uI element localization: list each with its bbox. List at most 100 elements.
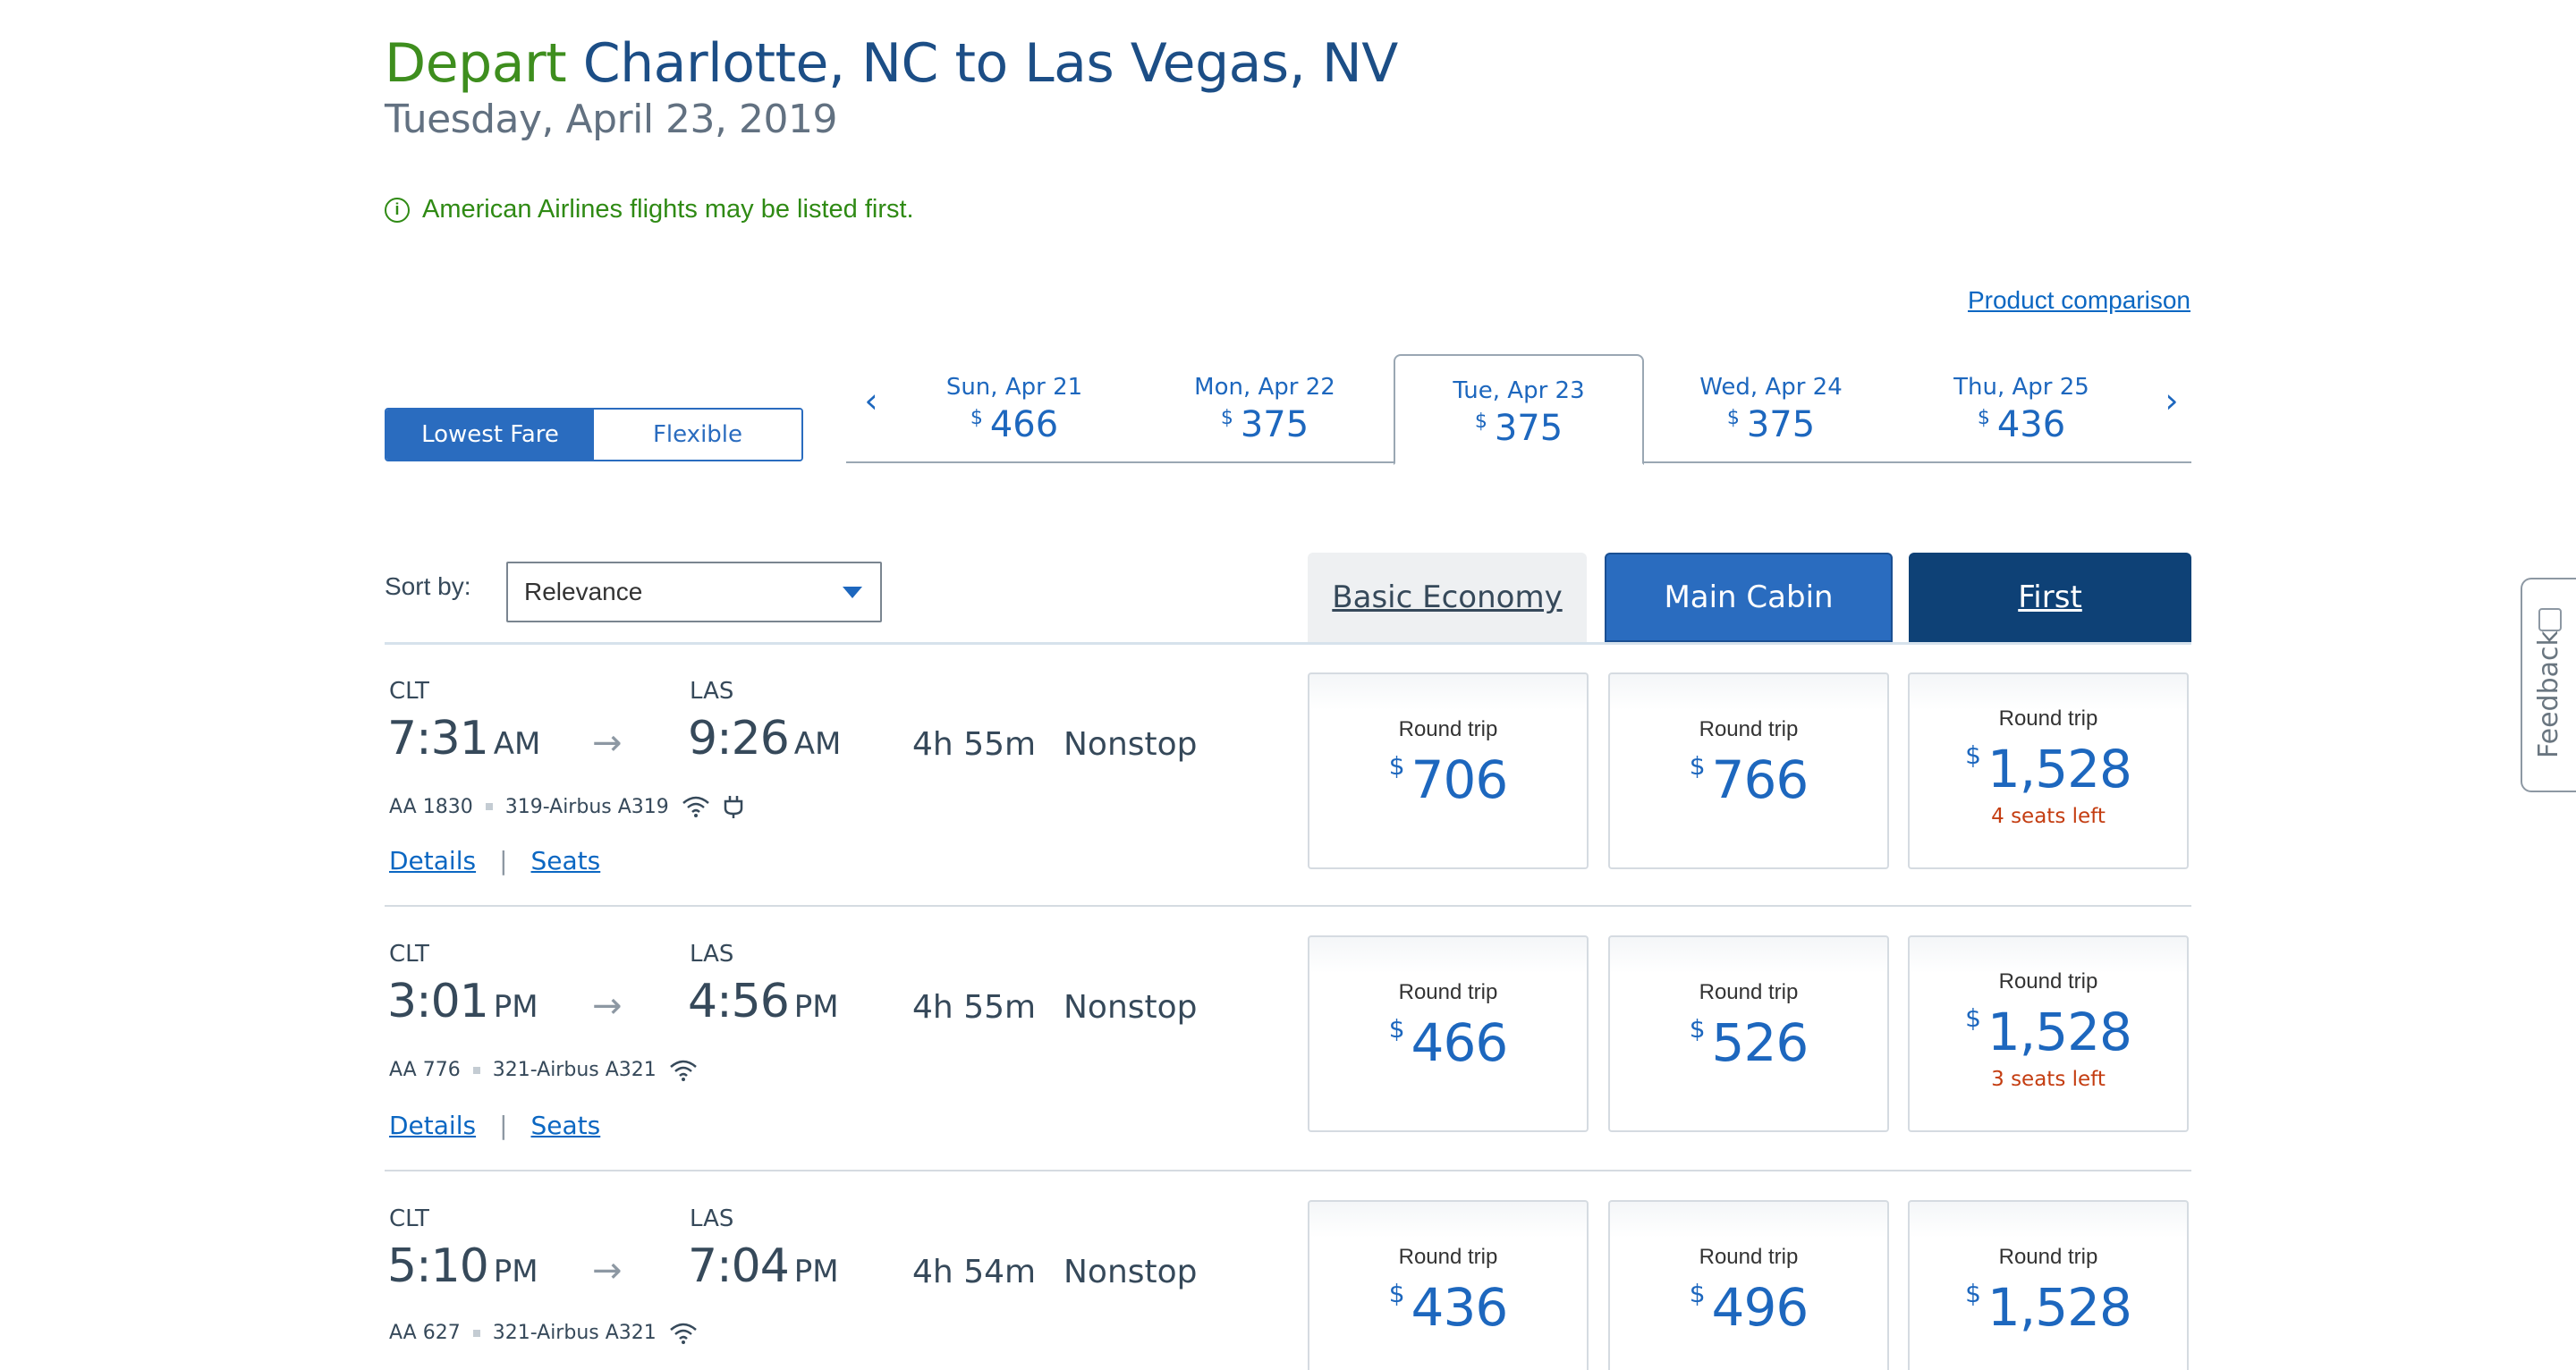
price-amount: 526 — [1711, 1012, 1809, 1073]
price-main-cabin[interactable]: Round trip $766 — [1608, 672, 1889, 869]
stops: Nonstop — [1063, 1254, 1198, 1290]
currency-symbol: $ — [1388, 751, 1405, 781]
date-option-selected[interactable]: Tue, Apr 23 $375 — [1394, 354, 1644, 465]
seats-link[interactable]: Seats — [531, 846, 601, 875]
tab-basic-economy[interactable]: Basic Economy — [1308, 553, 1587, 642]
currency-symbol: $ — [1388, 1014, 1405, 1044]
dest-code: LAS — [690, 1205, 734, 1232]
aircraft: 321-Airbus A321 — [492, 1059, 657, 1081]
stops: Nonstop — [1063, 726, 1198, 763]
currency-symbol: $ — [1474, 410, 1487, 433]
date-price: 375 — [1494, 408, 1563, 449]
price-amount: 1,528 — [1987, 1002, 2132, 1062]
separator-dot — [472, 1066, 480, 1074]
date-label: Thu, Apr 25 — [1953, 374, 2089, 401]
date-option[interactable]: Wed, Apr 24 $375 — [1646, 374, 1896, 445]
currency-symbol: $ — [1689, 751, 1706, 781]
price-first[interactable]: Round trip $1,528 — [1908, 1200, 2189, 1370]
duration: 4h 55m — [912, 726, 1037, 763]
currency-symbol: $ — [1689, 1279, 1706, 1308]
price-main-cabin[interactable]: Round trip $496 — [1608, 1200, 1889, 1370]
date-price: 436 — [1996, 404, 2066, 445]
tab-main-cabin[interactable]: Main Cabin — [1605, 553, 1893, 642]
seats-link[interactable]: Seats — [531, 1111, 601, 1140]
price-amount: 706 — [1411, 749, 1509, 810]
price-first[interactable]: Round trip $1,528 3 seats left — [1908, 935, 2189, 1132]
currency-symbol: $ — [1726, 407, 1740, 429]
price-basic-economy[interactable]: Round trip $706 — [1308, 672, 1589, 869]
flexible-fare-button[interactable]: Flexible — [594, 410, 801, 460]
currency-symbol: $ — [1977, 407, 1990, 429]
stops: Nonstop — [1063, 989, 1198, 1026]
trip-type: Round trip — [1398, 717, 1498, 741]
date-option[interactable]: Thu, Apr 25 $436 — [1896, 374, 2147, 445]
duration: 4h 54m — [912, 1254, 1037, 1290]
duration: 4h 55m — [912, 989, 1037, 1026]
page-title: Depart Charlotte, NC to Las Vegas, NV — [385, 32, 1398, 95]
wifi-icon — [669, 1060, 697, 1081]
wifi-icon — [669, 1323, 697, 1344]
price-first[interactable]: Round trip $1,528 4 seats left — [1908, 672, 2189, 869]
origin-code: CLT — [389, 678, 429, 705]
arrive-time: 9:26 AM — [688, 712, 842, 765]
link-separator: | — [499, 1111, 508, 1140]
flight-meta: AA 776 321-Airbus A321 — [389, 1059, 698, 1081]
sort-select[interactable]: Relevance — [506, 562, 882, 622]
separator-dot — [485, 803, 493, 810]
route-label: Charlotte, NC to Las Vegas, NV — [582, 32, 1399, 95]
details-link[interactable]: Details — [389, 1111, 476, 1140]
depart-label: Depart — [385, 32, 567, 95]
price-amount: 1,528 — [1987, 739, 2132, 799]
flight-number: AA 1830 — [389, 795, 473, 818]
price-amount: 466 — [1411, 1012, 1509, 1073]
flight-links: Details | Seats — [389, 846, 600, 875]
date-label: Wed, Apr 24 — [1699, 374, 1843, 401]
feedback-label: Feedback — [2533, 630, 2564, 758]
trip-type: Round trip — [1998, 706, 2098, 731]
price-amount: 766 — [1711, 749, 1809, 810]
depart-time: 7:31 AM — [387, 712, 541, 765]
divider — [385, 642, 2191, 645]
link-separator: | — [499, 846, 508, 875]
lowest-fare-button[interactable]: Lowest Fare — [386, 410, 594, 460]
notice-text: American Airlines flights may be listed … — [422, 195, 914, 224]
external-link-icon — [2538, 608, 2562, 631]
currency-symbol: $ — [1220, 407, 1233, 429]
fare-type-toggle: Lowest Fare Flexible — [385, 408, 803, 461]
chevron-left-icon[interactable]: ‹ — [853, 381, 889, 420]
power-outlet-icon — [724, 796, 743, 818]
price-main-cabin[interactable]: Round trip $526 — [1608, 935, 1889, 1132]
date-selector: ‹ Sun, Apr 21 $466 Mon, Apr 22 $375 Tue,… — [846, 354, 2191, 465]
flight-meta: AA 627 321-Airbus A321 — [389, 1322, 698, 1344]
trip-type: Round trip — [1998, 969, 2098, 994]
date-option[interactable]: Mon, Apr 22 $375 — [1140, 374, 1390, 445]
date-label: Tue, Apr 23 — [1453, 377, 1585, 404]
chevron-right-icon[interactable]: › — [2154, 381, 2190, 420]
arrow-right-icon: → — [592, 1250, 623, 1291]
currency-symbol: $ — [1965, 740, 1981, 770]
listing-notice: i American Airlines flights may be liste… — [385, 195, 914, 224]
sort-value: Relevance — [524, 578, 643, 605]
details-link[interactable]: Details — [389, 846, 476, 875]
currency-symbol: $ — [1689, 1014, 1706, 1044]
tab-first[interactable]: First — [1909, 553, 2191, 642]
price-basic-economy[interactable]: Round trip $436 — [1308, 1200, 1589, 1370]
product-comparison-link[interactable]: Product comparison — [1968, 286, 2190, 315]
aircraft: 319-Airbus A319 — [504, 795, 669, 818]
feedback-tab[interactable]: Feedback — [2521, 578, 2576, 792]
trip-type: Round trip — [1699, 980, 1799, 1004]
arrow-right-icon: → — [592, 985, 623, 1027]
caret-down-icon — [843, 587, 862, 598]
seats-left: 4 seats left — [1991, 805, 2106, 828]
arrive-time: 7:04 PM — [688, 1239, 839, 1293]
date-option[interactable]: Sun, Apr 21 $466 — [889, 374, 1140, 445]
price-amount: 1,528 — [1987, 1277, 2132, 1338]
arrow-right-icon: → — [592, 723, 623, 764]
date-label: Mon, Apr 22 — [1194, 374, 1335, 401]
seats-left: 3 seats left — [1991, 1068, 2106, 1091]
dest-code: LAS — [690, 678, 734, 705]
price-basic-economy[interactable]: Round trip $466 — [1308, 935, 1589, 1132]
currency-symbol: $ — [970, 407, 983, 429]
currency-symbol: $ — [1388, 1279, 1405, 1308]
trip-type: Round trip — [1398, 980, 1498, 1004]
